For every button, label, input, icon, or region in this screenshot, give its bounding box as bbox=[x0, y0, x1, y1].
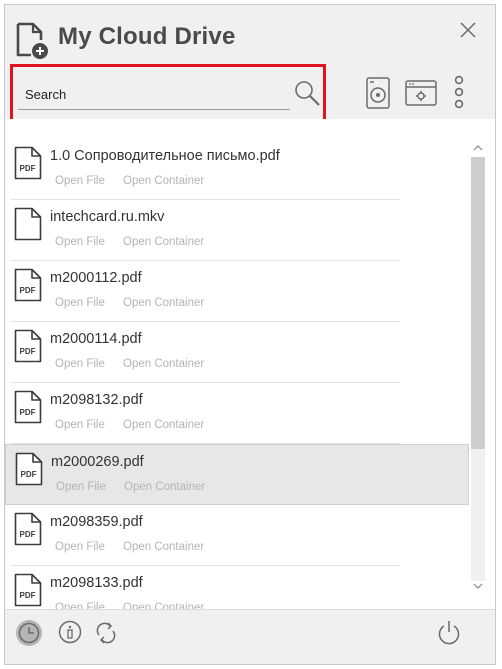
scroll-down-arrow[interactable] bbox=[471, 579, 485, 593]
info-icon[interactable] bbox=[58, 620, 82, 644]
pdf-label: PDF bbox=[20, 408, 36, 417]
pdf-label: PDF bbox=[20, 347, 36, 356]
open-container-link[interactable]: Open Container bbox=[124, 481, 205, 493]
more-vertical-icon[interactable] bbox=[453, 75, 465, 109]
pdf-file-icon: PDF bbox=[14, 512, 42, 546]
file-list-item[interactable]: intechcard.ru.mkv Open File Open Container bbox=[5, 200, 469, 261]
scrollbar[interactable] bbox=[468, 139, 486, 597]
file-list-item[interactable]: PDF m2098359.pdf Open File Open Container bbox=[5, 505, 469, 566]
open-container-link[interactable]: Open Container bbox=[123, 175, 204, 187]
open-container-link[interactable]: Open Container bbox=[123, 297, 204, 309]
cloud-file-add-icon bbox=[16, 22, 48, 59]
open-container-link[interactable]: Open Container bbox=[123, 541, 204, 553]
file-name: m2098133.pdf bbox=[50, 575, 143, 591]
file-list-item[interactable]: PDF 1.0 Сопроводительное письмо.pdf Open F… bbox=[5, 139, 469, 200]
open-file-link[interactable]: Open File bbox=[55, 175, 105, 187]
search-input[interactable] bbox=[19, 82, 287, 106]
pdf-label: PDF bbox=[20, 530, 36, 539]
pdf-label: PDF bbox=[20, 591, 36, 600]
file-list-item[interactable]: PDF m2000269.pdf Open File Open Container bbox=[5, 444, 469, 505]
pdf-file-icon: PDF bbox=[14, 146, 42, 180]
power-icon[interactable] bbox=[437, 620, 461, 646]
file-list-area: PDF 1.0 Сопроводительное письмо.pdf Open F… bbox=[5, 119, 495, 609]
pdf-file-icon: PDF bbox=[15, 452, 43, 486]
sync-icon[interactable] bbox=[95, 620, 117, 646]
open-file-link[interactable]: Open File bbox=[55, 541, 105, 553]
open-container-link[interactable]: Open Container bbox=[123, 602, 204, 609]
open-file-link[interactable]: Open File bbox=[55, 358, 105, 370]
open-container-link[interactable]: Open Container bbox=[123, 358, 204, 370]
open-container-link[interactable]: Open Container bbox=[123, 419, 204, 431]
scroll-thumb[interactable] bbox=[471, 157, 485, 449]
open-file-link[interactable]: Open File bbox=[55, 419, 105, 431]
file-name: 1.0 Сопроводительное письмо.pdf bbox=[50, 148, 280, 164]
clock-icon[interactable] bbox=[15, 619, 43, 647]
header: My Cloud Drive bbox=[5, 5, 495, 124]
open-file-link[interactable]: Open File bbox=[55, 602, 105, 609]
file-name: intechcard.ru.mkv bbox=[50, 209, 165, 225]
file-list-item[interactable]: PDF m2098132.pdf Open File Open Container bbox=[5, 383, 469, 444]
file-list-item[interactable]: PDF m2000112.pdf Open File Open Container bbox=[5, 261, 469, 322]
pdf-label: PDF bbox=[20, 164, 36, 173]
search-underline bbox=[18, 109, 290, 110]
open-file-link[interactable]: Open File bbox=[56, 481, 106, 493]
file-name: m2000114.pdf bbox=[50, 331, 142, 347]
open-file-link[interactable]: Open File bbox=[55, 297, 105, 309]
file-icon bbox=[14, 207, 42, 241]
open-file-link[interactable]: Open File bbox=[55, 236, 105, 248]
open-container-link[interactable]: Open Container bbox=[123, 236, 204, 248]
file-name: m2000112.pdf bbox=[50, 270, 142, 286]
app-window: My Cloud Drive Search PDF 1.0 Сопроводит… bbox=[4, 4, 496, 665]
window-settings-icon[interactable] bbox=[405, 80, 437, 106]
disk-icon[interactable] bbox=[366, 77, 390, 109]
pdf-label: PDF bbox=[21, 470, 37, 479]
app-title: My Cloud Drive bbox=[58, 23, 236, 50]
file-name: m2098132.pdf bbox=[50, 392, 143, 408]
footer-toolbar bbox=[5, 609, 495, 664]
file-name: m2098359.pdf bbox=[50, 514, 143, 530]
scroll-up-arrow[interactable] bbox=[471, 141, 485, 155]
file-list-item[interactable]: PDF m2098133.pdf Open File Open Container bbox=[5, 566, 469, 609]
pdf-file-icon: PDF bbox=[14, 390, 42, 424]
search-box bbox=[10, 64, 326, 124]
pdf-file-icon: PDF bbox=[14, 329, 42, 363]
pdf-file-icon: PDF bbox=[14, 573, 42, 607]
close-icon[interactable] bbox=[458, 20, 478, 40]
pdf-file-icon: PDF bbox=[14, 268, 42, 302]
file-list-item[interactable]: PDF m2000114.pdf Open File Open Container bbox=[5, 322, 469, 383]
search-icon[interactable] bbox=[293, 79, 321, 107]
file-name: m2000269.pdf bbox=[51, 454, 144, 470]
pdf-label: PDF bbox=[20, 286, 36, 295]
